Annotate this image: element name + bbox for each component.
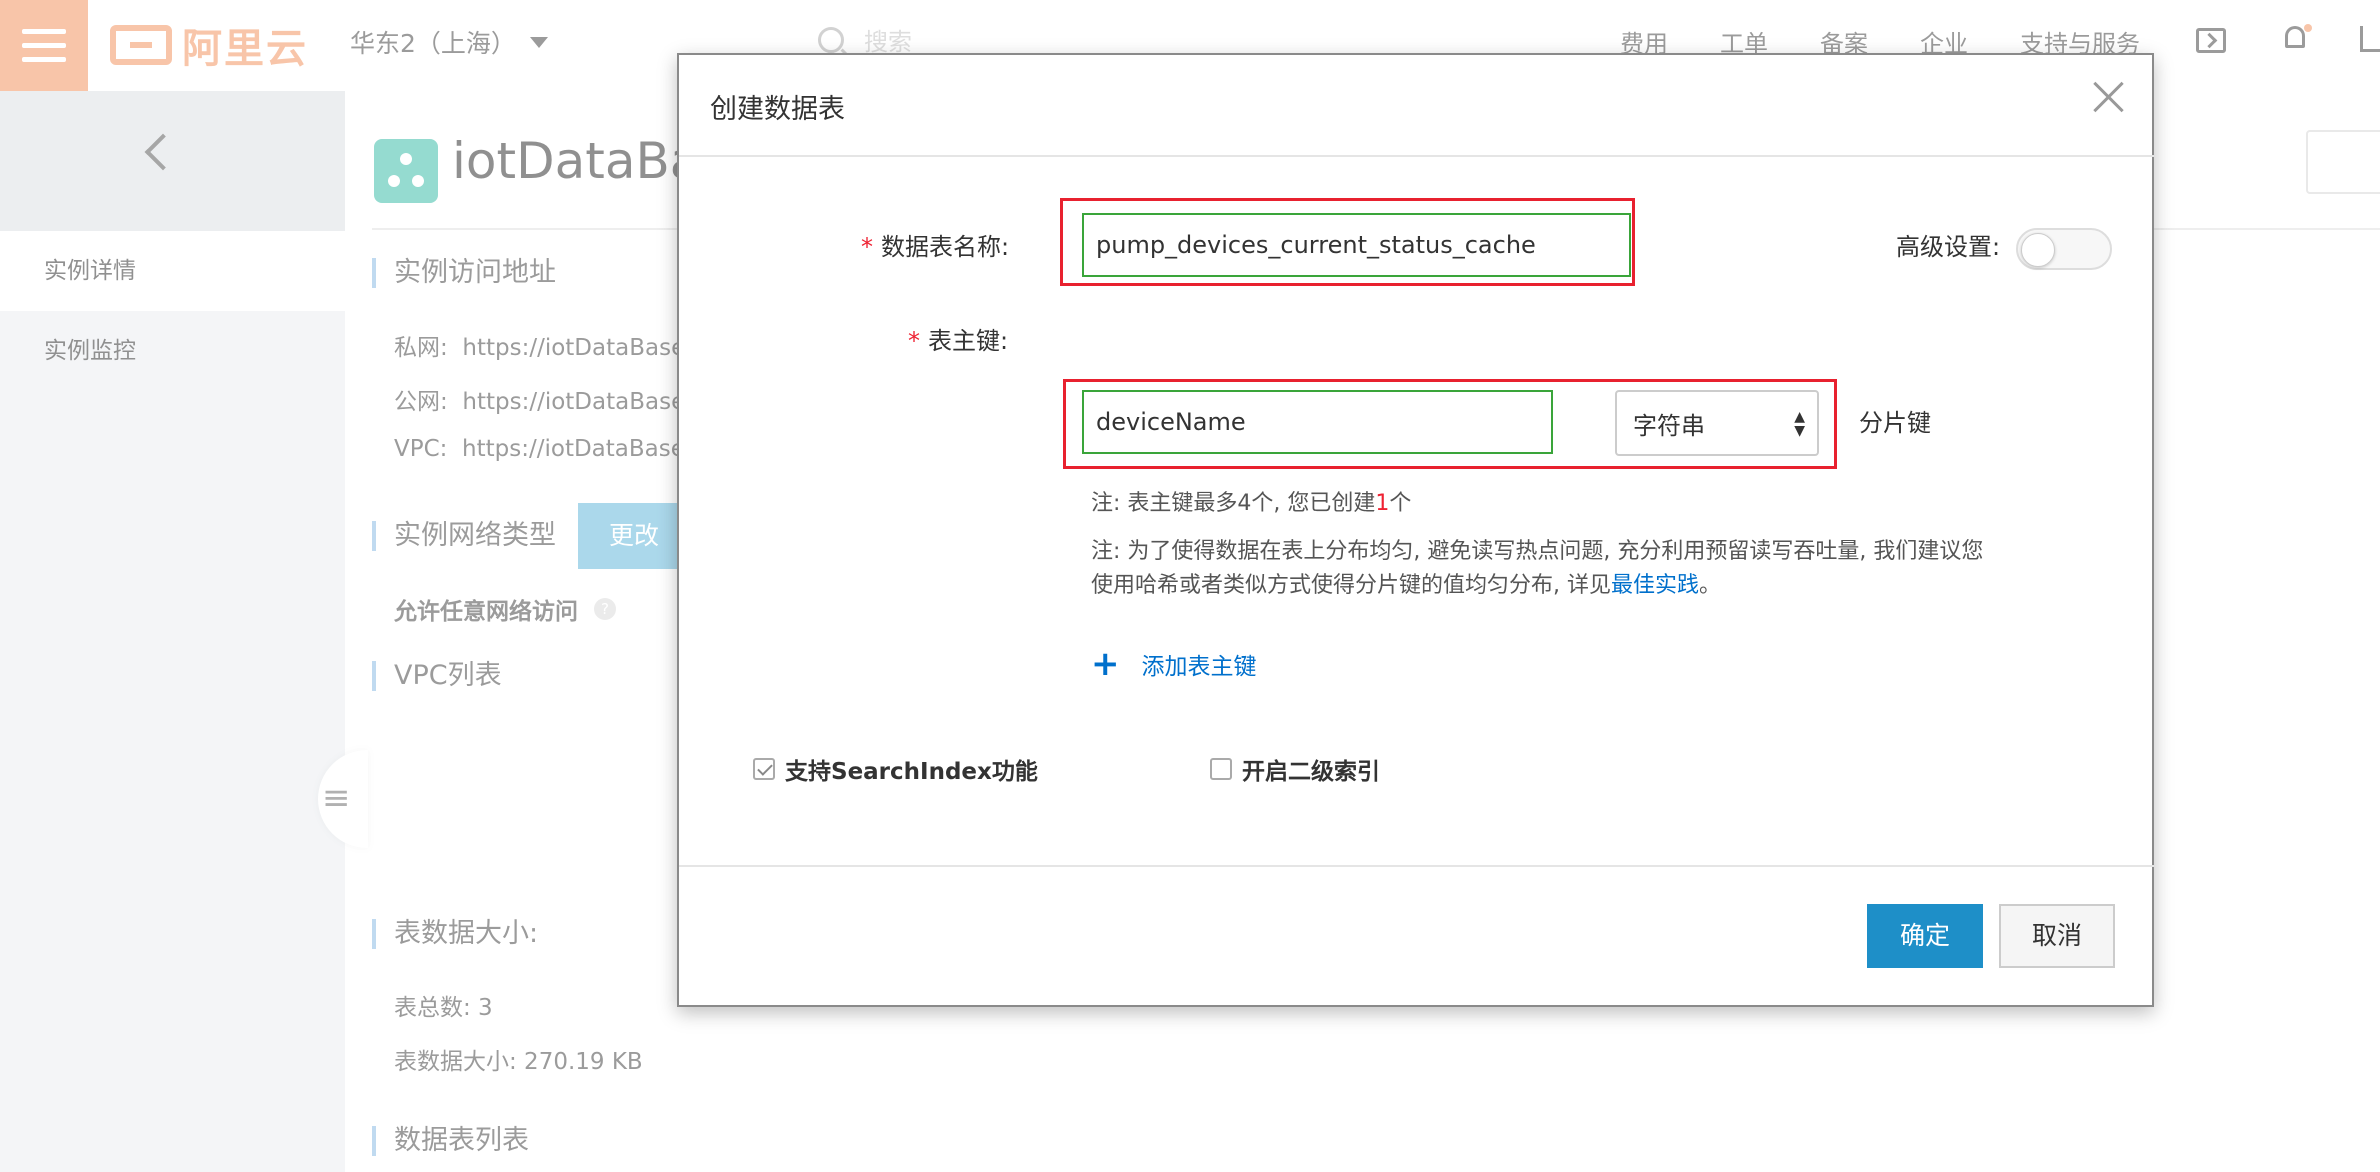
required-mark: *	[861, 233, 873, 261]
searchindex-checkbox[interactable]	[753, 758, 775, 780]
searchindex-option[interactable]: 支持SearchIndex功能	[753, 752, 1038, 786]
shard-key-label: 分片键	[1859, 409, 1931, 437]
distribution-note-line1: 注: 为了使得数据在表上分布均匀, 避免读写热点问题, 充分利用预留读写吞吐量,…	[1091, 539, 1984, 564]
primary-key-name-input[interactable]: deviceName	[1082, 390, 1553, 454]
primary-key-label: * 表主键:	[908, 321, 1008, 356]
primary-key-label-text: 表主键:	[928, 327, 1009, 355]
secondary-index-option[interactable]: 开启二级索引	[1210, 752, 1380, 786]
primary-key-type-value: 字符串	[1633, 411, 1705, 440]
pk-limit-note: 注: 表主键最多4个, 您已创建1个	[1091, 487, 1411, 521]
plus-icon: +	[1091, 644, 1120, 684]
pk-created-count: 1	[1375, 491, 1390, 516]
select-arrows-icon: ▲ ▼	[1794, 409, 1805, 439]
cancel-button[interactable]: 取消	[1999, 904, 2115, 968]
divider	[679, 865, 2154, 867]
table-name-input[interactable]: pump_devices_current_status_cache	[1082, 213, 1631, 277]
distribution-note-line2: 使用哈希或者类似方式使得分片键的值均匀分布, 详见最佳实践。	[1091, 569, 1721, 603]
primary-key-type-select[interactable]: 字符串 ▲ ▼	[1615, 390, 1819, 456]
note-text: 个	[1389, 491, 1412, 516]
table-name-value: pump_devices_current_status_cache	[1096, 231, 1536, 259]
table-name-label-text: 数据表名称:	[881, 233, 1010, 261]
table-name-label: * 数据表名称:	[861, 227, 1009, 262]
note-text: 。	[1699, 573, 1722, 598]
add-primary-key-label: 添加表主键	[1141, 654, 1257, 680]
best-practice-link[interactable]: 最佳实践	[1611, 573, 1699, 598]
dialog-title: 创建数据表	[710, 94, 845, 125]
create-table-dialog: 创建数据表 * 数据表名称: pump_devices_current_statu…	[677, 53, 2154, 1007]
note-text: 使用哈希或者类似方式使得分片键的值均匀分布, 详见	[1091, 573, 1611, 598]
secondary-index-label: 开启二级索引	[1242, 759, 1380, 785]
confirm-button[interactable]: 确定	[1867, 904, 1983, 968]
divider	[679, 155, 2154, 157]
searchindex-label: 支持SearchIndex功能	[785, 759, 1038, 785]
primary-key-name-value: deviceName	[1096, 408, 1246, 436]
note-text: 注: 表主键最多4个, 您已创建	[1091, 491, 1376, 516]
advanced-settings-toggle[interactable]	[2016, 228, 2112, 270]
close-icon[interactable]	[2091, 79, 2127, 115]
secondary-index-checkbox[interactable]	[1210, 758, 1232, 780]
advanced-settings-label: 高级设置:	[1896, 233, 2001, 261]
add-primary-key-button[interactable]: + 添加表主键	[1091, 647, 1257, 681]
required-mark: *	[908, 327, 920, 355]
